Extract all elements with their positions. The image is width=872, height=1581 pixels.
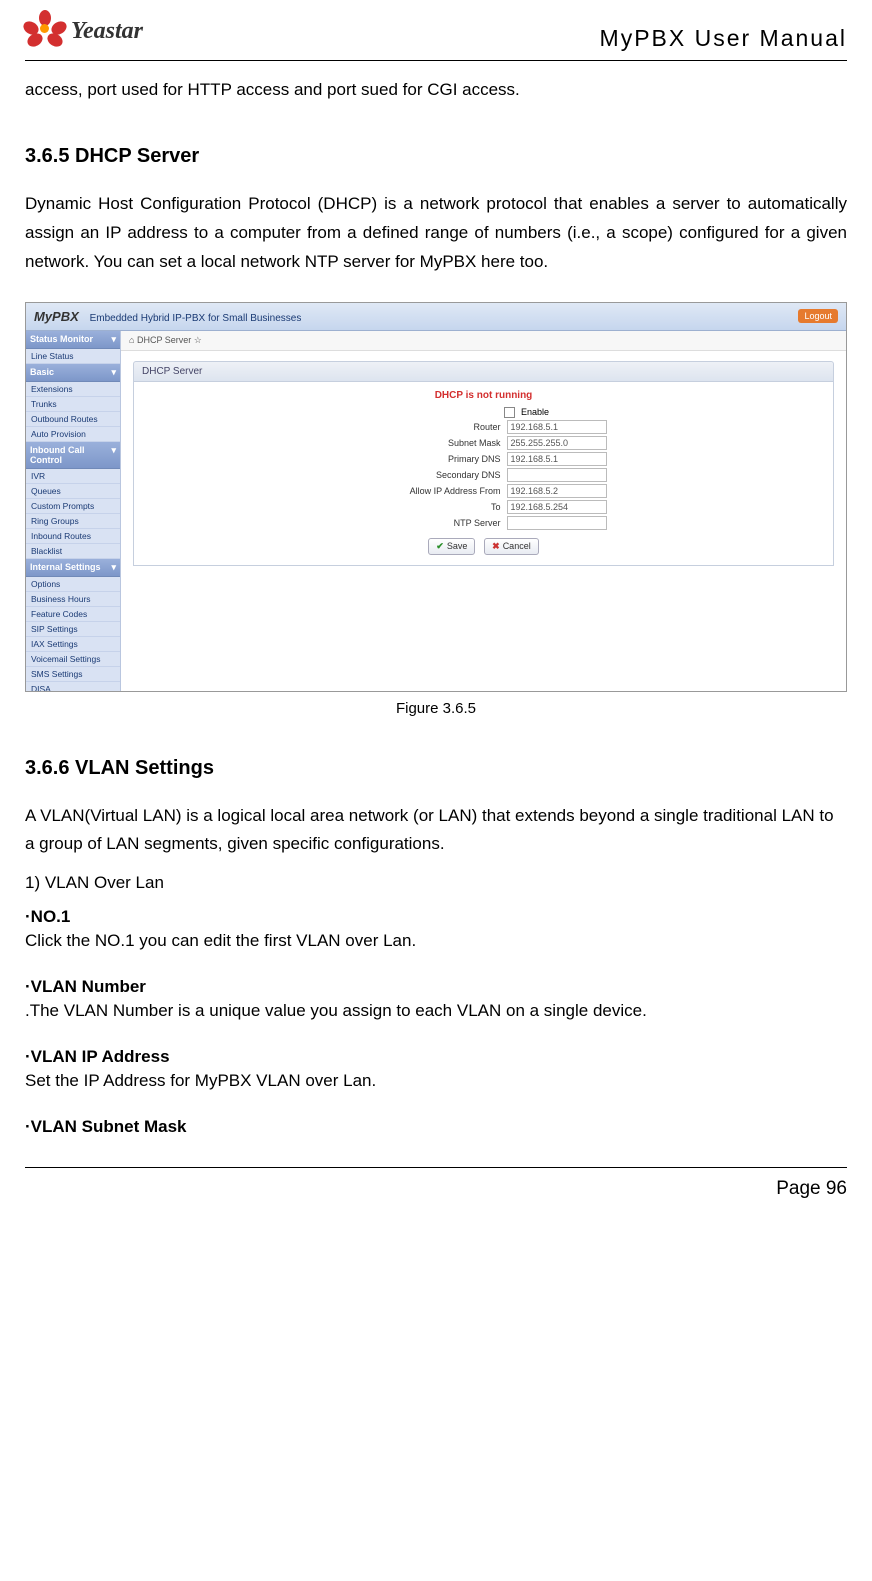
save-button[interactable]: ✔Save (428, 538, 475, 555)
figure-365-caption: Figure 3.6.5 (25, 700, 847, 717)
sidebar-item[interactable]: Custom Prompts (26, 499, 120, 514)
sidebar-group-basic-label: Basic (30, 367, 54, 378)
sidebar-item[interactable]: Inbound Routes (26, 529, 120, 544)
page-number: Page 96 (776, 1178, 847, 1199)
breadcrumb-text: DHCP Server ☆ (137, 335, 202, 345)
sdns-label: Secondary DNS (361, 470, 501, 480)
sidebar-item[interactable]: IAX Settings (26, 637, 120, 652)
sidebar-item[interactable]: Outbound Routes (26, 412, 120, 427)
logo-flower-icon (25, 10, 65, 52)
ss-logo-text: MyPBX (34, 309, 79, 324)
sidebar-item[interactable]: Ring Groups (26, 514, 120, 529)
cancel-button[interactable]: ✖Cancel (484, 538, 539, 555)
sidebar-item[interactable]: Business Hours (26, 592, 120, 607)
sidebar-group-basic[interactable]: Basic▾ (26, 364, 120, 382)
ipto-input[interactable]: 192.168.5.254 (507, 500, 607, 514)
ipfrom-input[interactable]: 192.168.5.2 (507, 484, 607, 498)
sidebar-group-internal-label: Internal Settings (30, 562, 101, 573)
subnet-input[interactable]: 255.255.255.0 (507, 436, 607, 450)
section-366-para: A VLAN(Virtual LAN) is a logical local a… (25, 802, 847, 860)
pdns-label: Primary DNS (361, 454, 501, 464)
breadcrumb: ⌂ DHCP Server ☆ (121, 331, 846, 351)
router-label: Router (361, 422, 501, 432)
sidebar-item[interactable]: SMS Settings (26, 667, 120, 682)
ss-tagline: Embedded Hybrid IP-PBX for Small Busines… (90, 313, 302, 324)
vnum-title: ·VLAN Number (25, 977, 847, 997)
sidebar-group-status[interactable]: Status Monitor▾ (26, 331, 120, 349)
sidebar-item[interactable]: IVR (26, 469, 120, 484)
panel-body: DHCP is not running Enable Router 192.168… (133, 382, 834, 566)
sidebar-item[interactable]: Blacklist (26, 544, 120, 559)
no1-desc: Click the NO.1 you can edit the first VL… (25, 927, 847, 955)
sidebar-item[interactable]: Auto Provision (26, 427, 120, 442)
subnet-label: Subnet Mask (361, 438, 501, 448)
section-365-heading: 3.6.5 DHCP Server (25, 145, 847, 168)
sidebar-item[interactable]: Extensions (26, 382, 120, 397)
ss-sidebar: Status Monitor▾ Line Status Basic▾ Exten… (26, 331, 121, 691)
panel-header: DHCP Server (133, 361, 834, 382)
pdns-input[interactable]: 192.168.5.1 (507, 452, 607, 466)
ss-topbar: MyPBX Embedded Hybrid IP-PBX for Small B… (26, 303, 846, 331)
section-366-heading: 3.6.6 VLAN Settings (25, 757, 847, 780)
sidebar-item[interactable]: Queues (26, 484, 120, 499)
brand-text: Yeastar (71, 18, 143, 45)
intro-paragraph: access, port used for HTTP access and po… (25, 76, 847, 105)
vlan-sub1: 1) VLAN Over Lan (25, 873, 847, 893)
ss-content: ⌂ DHCP Server ☆ DHCP Server DHCP is not … (121, 331, 846, 691)
cancel-button-label: Cancel (503, 541, 531, 551)
brand-logo: Yeastar (25, 10, 143, 52)
no1-title: ·NO.1 (25, 907, 847, 927)
home-icon[interactable]: ⌂ (129, 335, 134, 345)
sidebar-item[interactable]: Voicemail Settings (26, 652, 120, 667)
ntp-input[interactable] (507, 516, 607, 530)
sidebar-group-internal[interactable]: Internal Settings▾ (26, 559, 120, 577)
document-title: MyPBX User Manual (600, 10, 847, 52)
sdns-input[interactable] (507, 468, 607, 482)
vnum-desc: .The VLAN Number is a unique value you a… (25, 997, 847, 1025)
dhcp-status-text: DHCP is not running (134, 390, 833, 401)
section-365-para: Dynamic Host Configuration Protocol (DHC… (25, 190, 847, 277)
sidebar-item[interactable]: Trunks (26, 397, 120, 412)
check-icon: ✔ (436, 541, 444, 552)
dhcp-screenshot: MyPBX Embedded Hybrid IP-PBX for Small B… (25, 302, 847, 692)
vip-desc: Set the IP Address for MyPBX VLAN over L… (25, 1067, 847, 1095)
sidebar-group-inbound[interactable]: Inbound Call Control▾ (26, 442, 120, 469)
page-header: Yeastar MyPBX User Manual (25, 10, 847, 61)
sidebar-item[interactable]: Feature Codes (26, 607, 120, 622)
cross-icon: ✖ (492, 541, 500, 552)
enable-checkbox[interactable] (504, 407, 515, 418)
sidebar-group-status-label: Status Monitor (30, 334, 93, 345)
sidebar-item[interactable]: DISA (26, 682, 120, 691)
ntp-label: NTP Server (361, 518, 501, 528)
sidebar-item[interactable]: Options (26, 577, 120, 592)
vip-title: ·VLAN IP Address (25, 1047, 847, 1067)
sidebar-item[interactable]: SIP Settings (26, 622, 120, 637)
ipto-label: To (361, 502, 501, 512)
vmask-title: ·VLAN Subnet Mask (25, 1117, 847, 1137)
sidebar-item[interactable]: Line Status (26, 349, 120, 364)
save-button-label: Save (447, 541, 468, 551)
ipfrom-label: Allow IP Address From (361, 486, 501, 496)
router-input[interactable]: 192.168.5.1 (507, 420, 607, 434)
enable-text: Enable (521, 407, 609, 417)
logout-button[interactable]: Logout (798, 309, 838, 323)
sidebar-group-inbound-label: Inbound Call Control (30, 445, 111, 465)
page-footer: Page 96 (25, 1167, 847, 1200)
